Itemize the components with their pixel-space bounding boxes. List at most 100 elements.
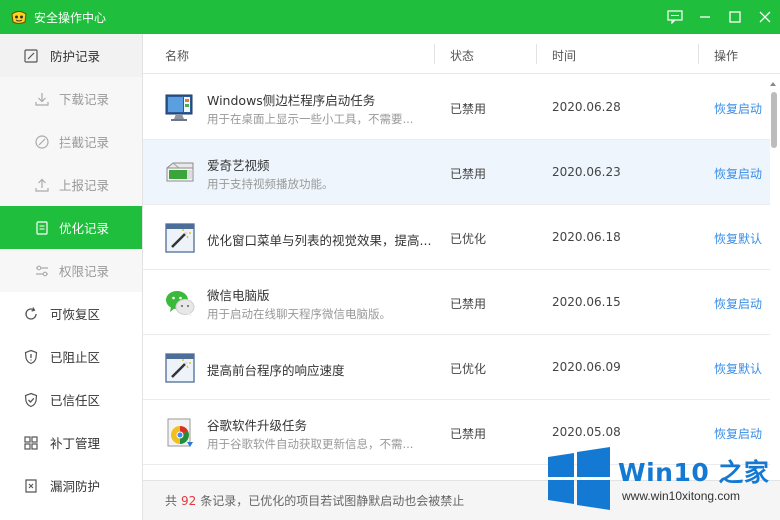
table-row[interactable]: 优化窗口菜单与列表的视觉效果，提高... 已优化 2020.06.18 恢复默认 <box>143 205 770 270</box>
sidebar-item-report-record[interactable]: 上报记录 <box>0 163 142 206</box>
scrollbar-thumb[interactable] <box>771 92 777 148</box>
summary-prefix: 共 <box>165 494 178 508</box>
app-logo-icon <box>10 9 28 25</box>
sidebar-item-label: 漏洞防护 <box>50 479 101 494</box>
column-divider <box>434 44 435 64</box>
column-time-header: 时间 <box>552 49 577 63</box>
column-divider <box>536 44 537 64</box>
table-header: 名称 状态 时间 操作 <box>143 34 780 74</box>
window-title: 安全操作中心 <box>34 10 107 25</box>
wechat-icon <box>163 286 197 320</box>
close-button[interactable] <box>750 0 780 34</box>
row-name: 谷歌软件升级任务 <box>207 418 308 433</box>
sidebar-item-label: 已阻止区 <box>50 350 101 365</box>
table-row[interactable]: 爱奇艺视频 用于支持视频播放功能。 已禁用 2020.06.23 恢复启动 <box>143 140 770 205</box>
sidebar-item-protection-record[interactable]: 防护记录 <box>0 34 142 77</box>
row-time: 2020.06.09 <box>552 360 621 374</box>
video-box-icon <box>163 156 197 190</box>
row-time: 2020.06.18 <box>552 230 621 244</box>
row-time: 2020.06.15 <box>552 295 621 309</box>
block-icon <box>33 133 51 151</box>
table-row[interactable]: Windows侧边栏程序启动任务 用于在桌面上显示一些小工具，不需要... 已禁… <box>143 75 770 140</box>
row-status: 已禁用 <box>450 297 487 311</box>
upload-icon <box>33 176 51 194</box>
magic-wand-window-icon <box>163 221 197 255</box>
row-name: Windows侧边栏程序启动任务 <box>207 93 376 108</box>
row-status: 已禁用 <box>450 427 487 441</box>
sidebar-item-label: 可恢复区 <box>50 307 101 322</box>
magic-wand-window-icon <box>163 351 197 385</box>
restore-launch-link[interactable]: 恢复启动 <box>714 165 762 182</box>
sidebar-item-label: 已信任区 <box>50 393 101 408</box>
sidebar-item-label: 下载记录 <box>59 92 110 107</box>
sidebar-item-label: 权限记录 <box>59 264 110 279</box>
scroll-up-arrow-icon[interactable] <box>769 77 777 86</box>
row-name: 微信电脑版 <box>207 288 270 303</box>
feedback-button[interactable] <box>660 0 690 34</box>
restore-default-link[interactable]: 恢复默认 <box>714 230 762 247</box>
column-name-header: 名称 <box>165 49 190 63</box>
trusted-shield-icon <box>22 391 40 409</box>
vulnerability-icon <box>22 477 40 495</box>
optimize-icon <box>33 219 51 237</box>
minimize-button[interactable] <box>690 0 720 34</box>
sidebar-item-patch-management[interactable]: 补丁管理 <box>0 421 142 464</box>
record-list: Windows侧边栏程序启动任务 用于在桌面上显示一些小工具，不需要... 已禁… <box>143 75 770 500</box>
download-icon <box>33 90 51 108</box>
restore-icon <box>22 305 40 323</box>
table-row[interactable]: 微信电脑版 用于启动在线聊天程序微信电脑版。 已禁用 2020.06.15 恢复… <box>143 270 770 335</box>
row-status: 已禁用 <box>450 167 487 181</box>
summary-text: 条记录，已优化的项目若试图静默启动也会被禁止 <box>200 494 465 508</box>
sidebar-item-restore-zone[interactable]: 可恢复区 <box>0 292 142 335</box>
feedback-icon <box>667 10 683 24</box>
row-name: 优化窗口菜单与列表的视觉效果，提高... <box>207 233 432 248</box>
windows-logo-icon <box>548 447 610 510</box>
row-name: 爱奇艺视频 <box>207 158 270 173</box>
shield-record-icon <box>22 47 40 65</box>
row-time: 2020.06.28 <box>552 100 621 114</box>
row-name: 提高前台程序的响应速度 <box>207 363 345 378</box>
row-description: 用于启动在线聊天程序微信电脑版。 <box>207 307 391 321</box>
row-description: 用于在桌面上显示一些小工具，不需要... <box>207 112 414 126</box>
restore-default-link[interactable]: 恢复默认 <box>714 360 762 377</box>
sidebar-item-blocked-zone[interactable]: 已阻止区 <box>0 335 142 378</box>
sidebar: 防护记录 下载记录 拦截记录 上报记录 优化记录 权限记录 可恢复区 已阻止区 … <box>0 34 143 520</box>
sidebar-item-download-record[interactable]: 下载记录 <box>0 77 142 120</box>
sidebar-item-permission-record[interactable]: 权限记录 <box>0 249 142 292</box>
maximize-button[interactable] <box>720 0 750 34</box>
maximize-icon <box>729 11 741 23</box>
blocked-shield-icon <box>22 348 40 366</box>
row-time: 2020.05.08 <box>552 425 621 439</box>
close-icon <box>759 11 771 23</box>
title-bar: 安全操作中心 <box>0 0 780 34</box>
sidebar-item-vulnerability-protection[interactable]: 漏洞防护 <box>0 464 142 507</box>
column-divider <box>698 44 699 64</box>
permission-icon <box>33 262 51 280</box>
watermark-url: www.win10xitong.com <box>622 489 741 503</box>
column-status-header: 状态 <box>450 49 475 63</box>
sidebar-item-label: 上报记录 <box>59 178 110 193</box>
column-action-header: 操作 <box>714 49 739 63</box>
record-count: 92 <box>181 493 197 508</box>
row-time: 2020.06.23 <box>552 165 621 179</box>
sidebar-item-trusted-zone[interactable]: 已信任区 <box>0 378 142 421</box>
restore-launch-link[interactable]: 恢复启动 <box>714 425 762 442</box>
table-row[interactable]: 提高前台程序的响应速度 已优化 2020.06.09 恢复默认 <box>143 335 770 400</box>
watermark: Win10 之家 www.win10xitong.com <box>546 447 776 513</box>
sidebar-item-optimize-record[interactable]: 优化记录 <box>0 206 142 249</box>
row-status: 已优化 <box>450 362 487 376</box>
restore-launch-link[interactable]: 恢复启动 <box>714 295 762 312</box>
sidebar-monitor-icon <box>163 91 197 125</box>
software-update-icon <box>163 416 197 450</box>
row-description: 用于谷歌软件自动获取更新信息，不需... <box>207 437 414 451</box>
patch-icon <box>22 434 40 452</box>
sidebar-item-label: 拦截记录 <box>59 135 110 150</box>
row-description: 用于支持视频播放功能。 <box>207 177 334 191</box>
row-status: 已禁用 <box>450 102 487 116</box>
watermark-brand: Win10 之家 <box>618 458 770 487</box>
restore-launch-link[interactable]: 恢复启动 <box>714 100 762 117</box>
sidebar-item-label: 补丁管理 <box>50 436 101 451</box>
sidebar-item-label: 防护记录 <box>50 49 101 64</box>
sidebar-item-block-record[interactable]: 拦截记录 <box>0 120 142 163</box>
minimize-icon <box>700 16 710 18</box>
